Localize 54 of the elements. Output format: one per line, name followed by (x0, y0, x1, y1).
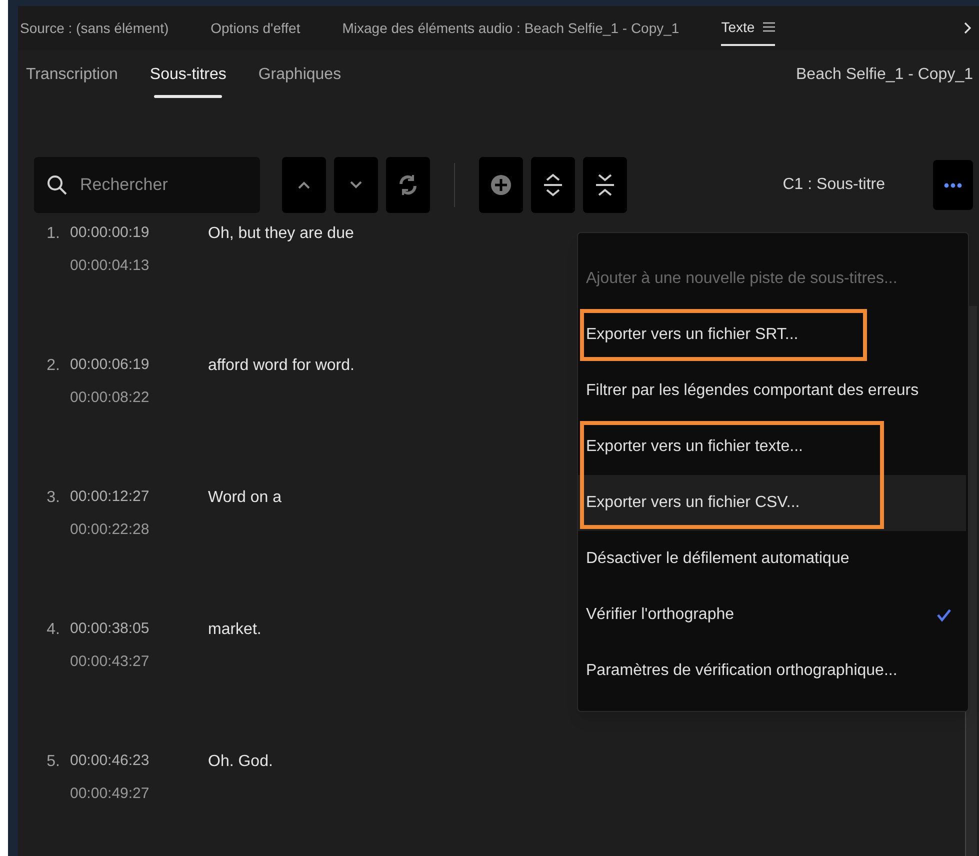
end-time: 00:00:22:28 (70, 520, 150, 540)
panel-tab[interactable]: Texte (721, 10, 775, 46)
caption-number: 1. (46, 224, 61, 244)
sync-button[interactable] (386, 157, 430, 213)
menu-item[interactable]: Filtrer par les légendes comportant des erreurs (578, 363, 966, 419)
panel-tab[interactable]: Mixage des éléments audio : Beach Selfie_1 - Copy_1 (342, 10, 680, 46)
search-icon (46, 174, 68, 196)
start-time: 00:00:46:23 (70, 751, 150, 771)
chevron-down-icon (349, 180, 363, 190)
caption-number: 5. (46, 752, 61, 772)
more-icon (944, 182, 962, 188)
panel-tab[interactable]: Source : (sans élément) (20, 10, 169, 46)
menu-item[interactable]: Exporter vers un fichier CSV... (578, 475, 966, 531)
caption-number: 4. (46, 620, 61, 640)
caption-text[interactable]: Word on a (208, 486, 282, 510)
collapse-icon (594, 172, 616, 198)
start-time: 00:00:06:19 (70, 355, 150, 375)
menu-icon (762, 22, 775, 32)
checkmark-icon (936, 608, 952, 622)
tab[interactable]: Transcription (26, 50, 118, 100)
menu-item[interactable]: Désactiver le défilement automatique (578, 531, 966, 587)
add-button[interactable] (479, 157, 523, 213)
search-field[interactable]: Rechercher (34, 157, 260, 213)
caption-number: 2. (46, 356, 61, 376)
more-button[interactable] (933, 160, 973, 210)
expand-button[interactable] (531, 157, 575, 213)
chevron-right-icon[interactable] (963, 22, 971, 34)
menu-item[interactable]: Exporter vers un fichier SRT... (578, 307, 966, 363)
start-time: 00:00:12:27 (70, 487, 150, 507)
menu-item[interactable]: Exporter vers un fichier texte... (578, 419, 966, 475)
end-time: 00:00:08:22 (70, 388, 150, 408)
end-time: 00:00:49:27 (70, 784, 150, 804)
plus-circle-icon (490, 174, 512, 196)
clip-name: Beach Selfie_1 - Copy_1 (796, 65, 973, 85)
menu-item: Ajouter à une nouvelle piste de sous-titres... (585, 269, 898, 289)
caption-text[interactable]: market. (208, 618, 262, 642)
start-time: 00:00:38:05 (70, 619, 150, 639)
tab[interactable]: Sous-titres (150, 50, 226, 100)
refresh-icon (397, 173, 419, 197)
end-time: 00:00:04:13 (70, 256, 150, 276)
start-time: 00:00:00:19 (70, 223, 150, 243)
tab[interactable]: Graphiques (258, 50, 342, 100)
collapse-button[interactable] (583, 157, 627, 213)
caption-text[interactable]: Oh, but they are due (208, 222, 354, 246)
caption-text[interactable]: afford word for word. (208, 354, 354, 378)
caption-text[interactable]: Oh. God. (208, 750, 273, 774)
caption-number: 3. (46, 488, 61, 508)
menu-item[interactable]: Vérifier l'orthographe (578, 587, 966, 643)
end-time: 00:00:43:27 (70, 652, 150, 672)
track-label: C1 : Sous-titre (782, 175, 885, 195)
chevron-up-icon (297, 180, 311, 190)
menu-item[interactable]: Paramètres de vérification orthographique... (578, 643, 966, 699)
expand-icon (542, 172, 564, 198)
panel-tab[interactable]: Options d'effet (210, 10, 300, 46)
